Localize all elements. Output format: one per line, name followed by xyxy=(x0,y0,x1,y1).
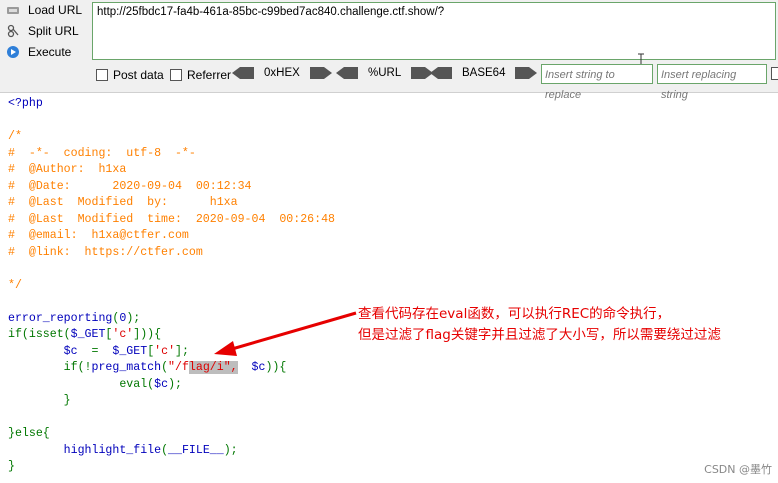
code-line: # @Author: h1xa xyxy=(8,163,127,176)
load-url-icon xyxy=(6,3,20,17)
code-line: # @Last Modified time: 2020-09-04 00:26:… xyxy=(8,212,335,226)
replace-all-checkbox[interactable] xyxy=(771,67,778,80)
code-token: $c xyxy=(154,377,169,391)
code-token: $c xyxy=(63,344,85,358)
url-input[interactable]: http://25fbdc17-fa4b-461a-85bc-c99bed7ac… xyxy=(92,2,776,67)
referrer-checkbox[interactable]: Referrer xyxy=(170,68,231,82)
base64-label: BASE64 xyxy=(462,67,506,79)
code-line: # @email: h1xa@ctfer.com xyxy=(8,229,189,242)
referrer-box[interactable] xyxy=(170,69,182,81)
code-line: */ xyxy=(8,278,22,292)
replacing-input[interactable]: Insert replacing string xyxy=(657,64,767,101)
execute-icon xyxy=(6,45,20,59)
code-token: eval xyxy=(119,377,148,391)
code-token: = xyxy=(84,344,113,358)
annotation-line-1: 查看代码存在eval函数，可以执行REC的命令执行， xyxy=(358,306,671,322)
base64-encode-arrow-icon[interactable] xyxy=(515,67,538,79)
code-token: 'c' xyxy=(154,344,176,358)
code-token: $_GET xyxy=(112,344,148,358)
annotation-line-2: 但是过滤了flag关键字并且过滤了大小写，所以需要绕过过滤 xyxy=(358,327,721,343)
split-url-icon xyxy=(6,24,20,38)
code-line: /* xyxy=(8,130,22,143)
referrer-label: Referrer xyxy=(187,68,232,82)
code-token: ); xyxy=(168,377,182,391)
code-token: ); xyxy=(126,311,141,325)
code-line: if(!preg_match("/flag/i", $c)){ xyxy=(8,360,768,377)
load-url-label: Load URL xyxy=(28,3,83,17)
code-token: highlight_file xyxy=(63,443,162,457)
code-token: $c xyxy=(251,361,266,374)
code-token: $_GET xyxy=(70,328,106,341)
code-token: 'c' xyxy=(112,328,134,341)
code-line: highlight_file(__FILE__); xyxy=(8,443,768,460)
split-url-button[interactable]: Split URL xyxy=(6,21,79,41)
code-token: )){ xyxy=(265,361,287,374)
code-token: ( xyxy=(161,443,169,457)
code-line: <?php xyxy=(8,96,768,113)
code-token: if(isset( xyxy=(8,328,71,341)
hex-decode-arrow-icon[interactable] xyxy=(232,67,254,79)
code-line: eval($c); xyxy=(8,377,768,394)
code-line: # @Last Modified by: h1xa xyxy=(8,196,238,209)
code-token: if(! xyxy=(8,361,92,374)
post-data-checkbox[interactable]: Post data xyxy=(96,68,164,82)
code-token: ); xyxy=(223,443,238,457)
url-encoder: %URL xyxy=(336,67,434,79)
hex-encoder: 0xHEX xyxy=(232,67,332,79)
code-line: }else{ xyxy=(8,427,50,440)
code-token: "/f xyxy=(168,361,189,374)
php-source: <?php /* # -*- coding: utf-8 -*- # @Auth… xyxy=(8,96,768,476)
options-row: Post data Referrer 0xHEX %URL BASE64 Ins… xyxy=(92,64,778,101)
base64-decode-arrow-icon[interactable] xyxy=(430,67,452,79)
watermark: CSDN @墨竹 xyxy=(704,463,772,476)
selected-text: lag/i", xyxy=(188,361,238,374)
code-token: preg_match xyxy=(91,361,162,374)
url-decode-arrow-icon[interactable] xyxy=(336,67,358,79)
execute-label: Execute xyxy=(28,45,72,59)
execute-button[interactable]: Execute xyxy=(6,42,71,62)
base64-encoder: BASE64 xyxy=(430,67,538,79)
code-line: # @link: https://ctfer.com xyxy=(8,245,203,259)
hex-encode-arrow-icon[interactable] xyxy=(309,67,332,79)
code-line: } xyxy=(8,394,71,407)
url-value: http://25fbdc17-fa4b-461a-85bc-c99bed7ac… xyxy=(97,6,445,18)
post-data-box[interactable] xyxy=(96,69,108,81)
code-token: error_reporting xyxy=(8,311,113,325)
code-token: ( xyxy=(161,361,169,374)
split-url-label: Split URL xyxy=(28,24,79,38)
annotation-note: 查看代码存在eval函数，可以执行REC的命令执行， 但是过滤了flag关键字并… xyxy=(358,304,721,346)
code-line: } xyxy=(8,460,15,473)
side-menu: Load URL Split URL Execute xyxy=(0,0,90,90)
load-url-button[interactable]: Load URL xyxy=(6,0,82,20)
code-token: ])){ xyxy=(133,328,162,341)
replace-input[interactable]: Insert string to replace xyxy=(541,64,653,101)
code-token: ]; xyxy=(175,344,189,358)
hex-label: 0xHEX xyxy=(264,67,300,79)
url-encode-label: %URL xyxy=(368,67,402,79)
post-data-label: Post data xyxy=(113,68,164,82)
code-line: # @Date: 2020-09-04 00:12:34 xyxy=(8,179,252,193)
php-open-tag: <?php xyxy=(8,97,43,110)
code-line: # -*- coding: utf-8 -*- xyxy=(8,146,196,160)
hackbar-toolbar: Load URL Split URL Execute http://25fbdc… xyxy=(0,0,778,101)
code-token: __FILE__ xyxy=(168,443,224,457)
